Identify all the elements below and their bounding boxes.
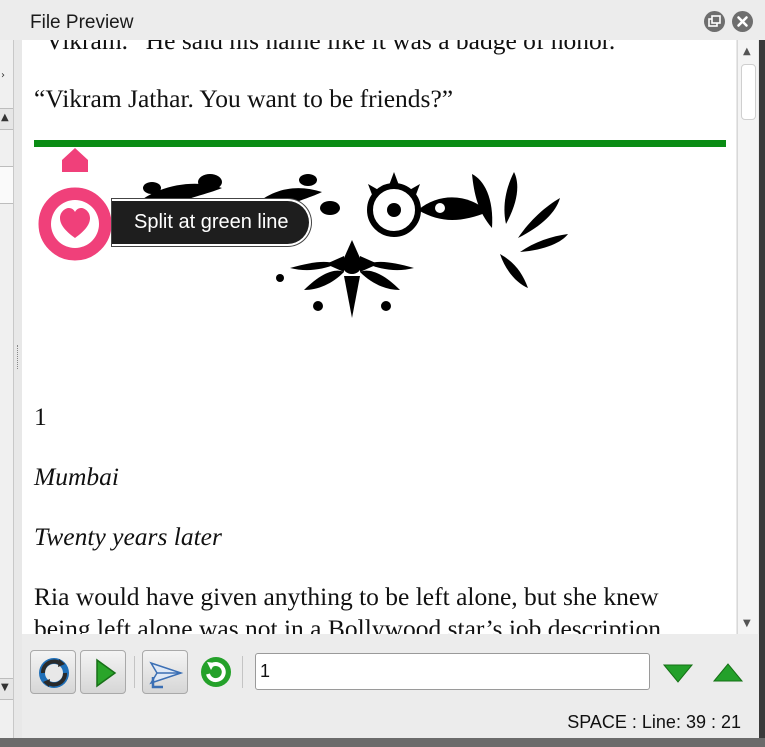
callout-label: Split at green line [112,199,311,246]
adjacent-panel-edge: › ▲ ▼ [0,40,14,740]
refresh-icon [201,657,231,687]
play-button[interactable] [80,650,126,694]
ornament-image [130,172,568,318]
float-icon [708,15,721,27]
chevron-right-icon[interactable]: › [1,70,5,81]
arrow-down-icon [662,664,694,683]
file-preview-pane[interactable]: “Vikram.” He said his name like it was a… [22,40,736,634]
preview-toolbar [22,634,759,712]
preview-line: “Vikram Jathar. You want to be friends?” [34,84,454,113]
status-bar: SPACE : Line: 39 : 21 [22,712,759,738]
chapter-time: Twenty years later [34,522,222,551]
play-icon [96,658,117,688]
preview-line: “Vikram.” He said his name like it was a… [34,40,616,55]
sync-button[interactable] [30,650,76,694]
sync-icon [39,658,69,688]
panel-scroll-up-button[interactable]: ▲ [0,108,13,130]
chapter-place: Mumbai [34,462,119,491]
status-text: SPACE : Line: 39 : 21 [567,712,741,732]
paragraph-line: Ria would have given anything to be left… [34,582,659,611]
scroll-up-arrow-icon[interactable]: ▲ [743,46,751,57]
preview-scrollbar[interactable]: ▲ ▼ [737,40,758,634]
arrow-up-icon: ▲ [1,112,9,123]
toolbar-separator [242,656,243,688]
refresh-button[interactable] [196,652,236,692]
arrow-up-icon [712,663,744,682]
callout-pin [35,148,115,264]
panel-scroll-thumb[interactable] [0,166,13,204]
paragraph-line: being left alone was not in a Bollywood … [34,614,668,634]
send-button[interactable] [142,650,188,694]
panel-splitter-handle[interactable] [17,345,19,369]
window-bottom-edge [0,738,765,747]
close-window-button[interactable] [732,11,753,32]
find-previous-button[interactable] [708,652,748,692]
arrow-down-icon: ▼ [1,682,9,693]
send-icon [149,661,184,689]
panel-scroll-down-button[interactable]: ▼ [0,678,13,700]
close-icon [737,16,748,27]
find-next-button[interactable] [658,652,698,692]
float-window-button[interactable] [704,11,725,32]
toolbar-separator [134,656,135,688]
search-input[interactable] [255,653,650,690]
title-bar: File Preview [0,0,765,40]
chapter-number: 1 [34,402,47,431]
split-marker-line [34,140,726,147]
scroll-down-arrow-icon[interactable]: ▼ [743,618,751,629]
scroll-thumb[interactable] [741,64,756,120]
window-title: File Preview [30,12,134,33]
window-edge [759,40,765,747]
